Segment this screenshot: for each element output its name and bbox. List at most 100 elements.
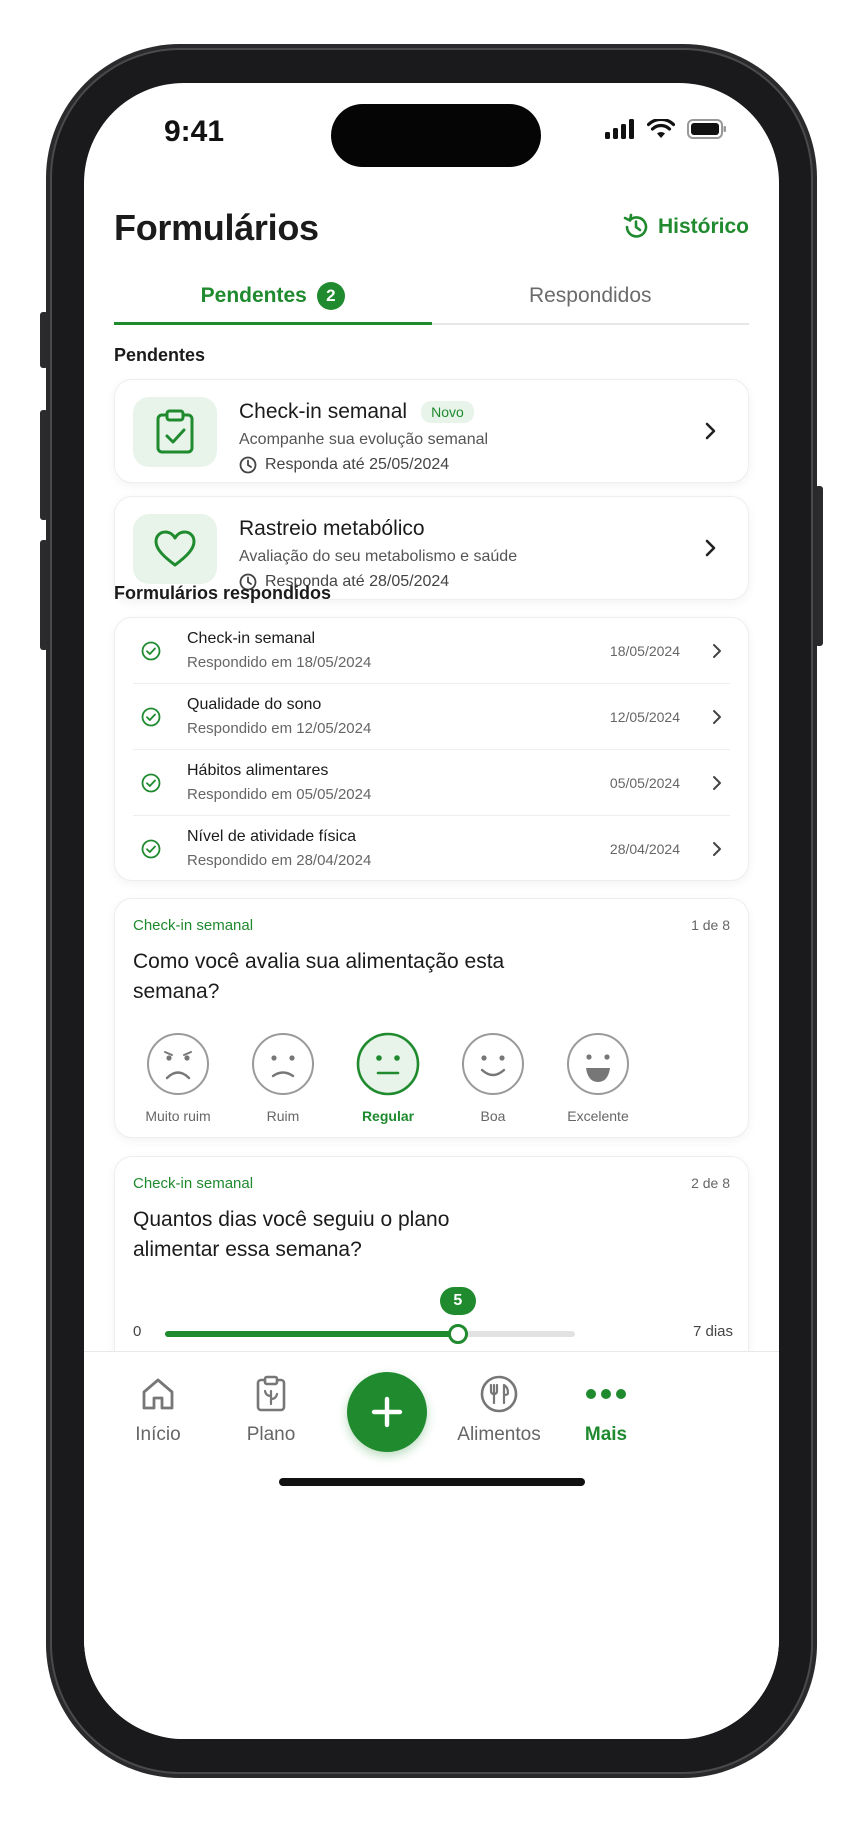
- smile-face-icon: [462, 1033, 524, 1095]
- responded-date: 12/05/2024: [609, 709, 680, 725]
- nav-item-mais[interactable]: Mais: [556, 1374, 656, 1446]
- tab-pendentes[interactable]: Pendentes 2: [114, 269, 432, 325]
- responded-date: 28/04/2024: [609, 841, 680, 857]
- page-header: Formulários Histórico: [114, 193, 749, 253]
- question-progress: 1 de 8: [691, 917, 730, 933]
- responded-list: Check-in semanal Respondido em 18/05/202…: [114, 617, 749, 881]
- nav-item-plano[interactable]: Plano: [221, 1374, 321, 1446]
- check-circle-icon: [141, 773, 161, 793]
- responded-subtitle: Respondido em 05/05/2024: [187, 786, 372, 803]
- slider-value-bubble: 5: [439, 1287, 476, 1315]
- battery-icon: [687, 119, 726, 139]
- pending-title: Rastreio metabólico: [239, 517, 425, 540]
- rating-option-good[interactable]: Boa: [448, 1032, 538, 1124]
- responded-date: 18/05/2024: [609, 643, 680, 659]
- home-indicator: [279, 1478, 585, 1486]
- nav-label: Mais: [584, 1424, 628, 1445]
- slider-track[interactable]: 5: [165, 1287, 575, 1344]
- plus-icon: [371, 1396, 403, 1428]
- tab-respondidos[interactable]: Respondidos: [432, 269, 750, 323]
- history-button[interactable]: Histórico: [622, 213, 749, 241]
- responded-row[interactable]: Qualidade do sono Respondido em 12/05/20…: [115, 684, 748, 750]
- question-card-slider: Check-in semanal 2 de 8 Quantos dias voc…: [114, 1156, 749, 1376]
- slider-min-label: 0: [133, 1323, 142, 1340]
- check-circle-icon: [141, 839, 161, 859]
- nav-label: Plano: [246, 1424, 296, 1445]
- add-button[interactable]: [347, 1372, 427, 1452]
- nav-label: Alimentos: [457, 1424, 541, 1445]
- chevron-right-icon: [713, 710, 721, 724]
- question-form-tag: Check-in semanal: [133, 1175, 254, 1192]
- tab-pendentes-label: Pendentes: [200, 284, 307, 307]
- rating-options: Muito ruim Ruim Regular Boa Excelente: [133, 1032, 653, 1124]
- rating-label: Boa: [480, 1108, 506, 1124]
- slider-fill: [165, 1331, 458, 1337]
- pending-card-checkin[interactable]: Check-in semanal Novo Acompanhe sua evol…: [114, 379, 749, 483]
- pending-subtitle: Avaliação do seu metabolismo e saúde: [239, 548, 518, 565]
- pending-due: Responda até 25/05/2024: [265, 456, 450, 473]
- question-progress: 2 de 8: [691, 1175, 730, 1191]
- responded-date: 05/05/2024: [609, 775, 680, 791]
- history-label: Histórico: [657, 215, 749, 238]
- days-slider: 0 5 7 dias: [133, 1283, 733, 1353]
- cellular-signal-icon: [605, 119, 634, 139]
- chevron-right-icon: [705, 539, 716, 557]
- rating-option-very-bad[interactable]: Muito ruim: [133, 1032, 223, 1124]
- pending-subtitle: Acompanhe sua evolução semanal: [239, 431, 489, 448]
- phone-screen: 9:41 Formulários Histórico Pendentes 2 R…: [84, 83, 779, 1739]
- rating-option-excellent[interactable]: Excelente: [553, 1032, 643, 1124]
- slider-max-label: 7 dias: [692, 1323, 733, 1340]
- pending-due-row: Responda até 25/05/2024: [239, 456, 449, 474]
- responded-section-title: Formulários respondidos: [114, 583, 332, 603]
- very-sad-face-icon: [147, 1033, 209, 1095]
- big-smile-face-icon: [567, 1033, 629, 1095]
- status-time: 9:41: [164, 115, 225, 148]
- nav-label: Início: [135, 1424, 181, 1445]
- rating-label: Regular: [361, 1108, 415, 1124]
- pending-count-badge: 2: [316, 282, 345, 310]
- side-button-silent: [40, 312, 48, 368]
- pending-title: Check-in semanal: [239, 400, 408, 423]
- question-text: Como você avalia sua alimentação esta se…: [133, 950, 505, 1003]
- heart-icon: [154, 530, 196, 567]
- responded-subtitle: Respondido em 12/05/2024: [187, 720, 372, 737]
- fork-knife-icon: [480, 1375, 518, 1413]
- sad-face-icon: [252, 1033, 314, 1095]
- responded-title: Check-in semanal: [187, 630, 316, 647]
- question-form-tag: Check-in semanal: [133, 917, 254, 934]
- clipboard-check-icon: [156, 409, 194, 454]
- responded-title: Nível de atividade física: [187, 828, 356, 845]
- more-dots-icon: [586, 1389, 626, 1399]
- pending-icon-box: [133, 397, 217, 467]
- nav-item-inicio[interactable]: Início: [108, 1374, 208, 1446]
- tab-respondidos-label: Respondidos: [528, 284, 652, 307]
- responded-row[interactable]: Hábitos alimentares Respondido em 05/05/…: [115, 750, 748, 816]
- new-badge: Novo: [421, 401, 474, 423]
- history-clock-icon: [623, 213, 648, 238]
- chevron-right-icon: [713, 776, 721, 790]
- responded-row[interactable]: Check-in semanal Respondido em 18/05/202…: [115, 618, 748, 684]
- pending-section-title: Pendentes: [114, 345, 206, 365]
- check-circle-icon: [141, 641, 161, 661]
- nav-item-alimentos[interactable]: Alimentos: [449, 1374, 549, 1446]
- side-button-power: [815, 486, 823, 646]
- check-circle-icon: [141, 707, 161, 727]
- responded-row[interactable]: Nível de atividade física Respondido em …: [115, 816, 748, 882]
- clock-icon: [239, 456, 257, 474]
- rating-option-bad[interactable]: Ruim: [238, 1032, 328, 1124]
- page-title: Formulários: [114, 207, 319, 248]
- responded-subtitle: Respondido em 28/04/2024: [187, 852, 372, 869]
- dynamic-island: [331, 104, 541, 167]
- tab-bar: Pendentes 2 Respondidos: [114, 269, 749, 325]
- pending-icon-box: [133, 514, 217, 584]
- slider-thumb[interactable]: [447, 1324, 468, 1344]
- rating-label: Ruim: [266, 1108, 300, 1124]
- rating-option-regular-selected[interactable]: Regular: [343, 1032, 433, 1124]
- responded-title: Hábitos alimentares: [187, 762, 329, 779]
- wifi-icon: [647, 119, 675, 138]
- question-text: Quantos dias você seguiu o plano aliment…: [133, 1208, 450, 1261]
- pending-title-row: Rastreio metabólico: [239, 517, 425, 541]
- chevron-right-icon: [705, 422, 716, 440]
- responded-subtitle: Respondido em 18/05/2024: [187, 654, 372, 671]
- side-button-volume-up: [40, 410, 48, 520]
